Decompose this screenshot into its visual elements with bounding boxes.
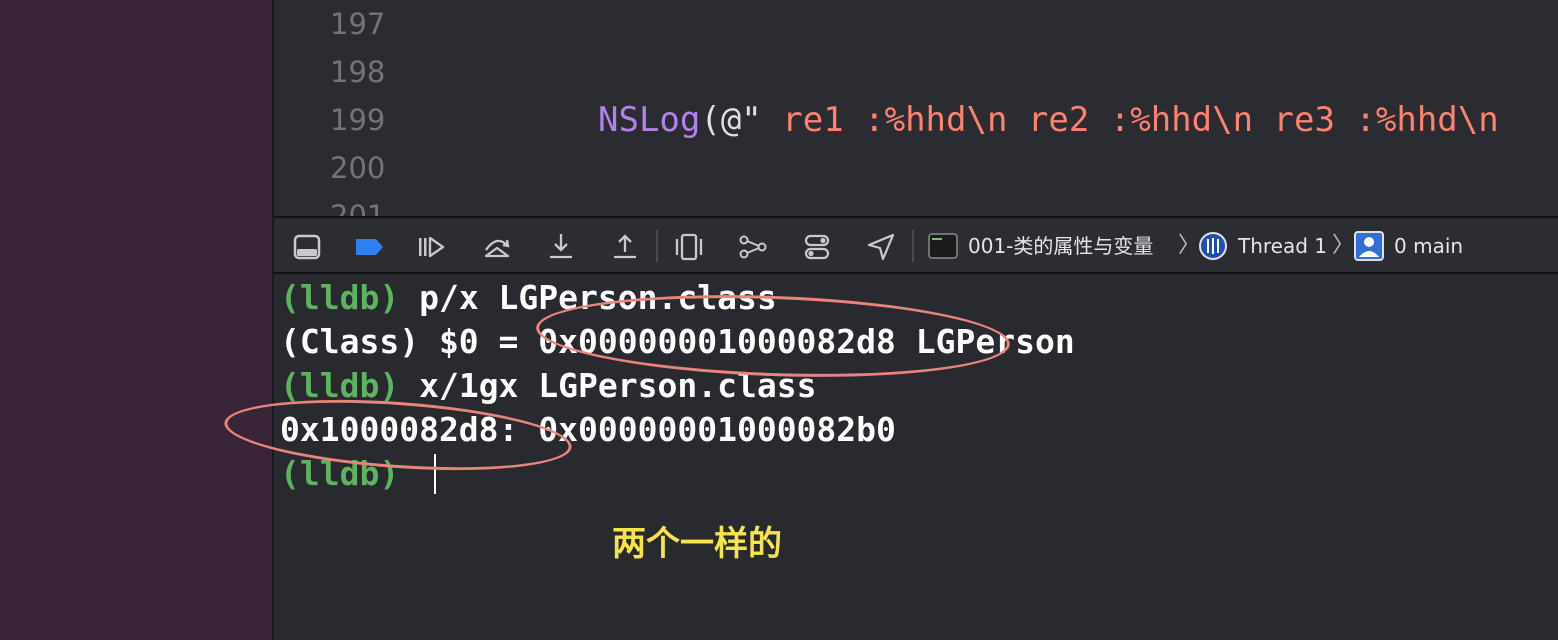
thread-icon (1198, 231, 1228, 261)
code-line: 197 (274, 0, 1558, 48)
step-over-icon[interactable] (480, 230, 514, 264)
debug-bar: 001-类的属性与变量 〉 Thread 1 〉 0 main (274, 216, 1558, 274)
line-number: 197 (330, 7, 386, 41)
chevron-right-icon: 〉 (1332, 233, 1355, 258)
navigator-sidebar (0, 0, 272, 640)
annotation-label: 两个一样的 (612, 524, 782, 564)
line-number: 201 (330, 199, 386, 216)
breadcrumb-target[interactable]: 001-类的属性与变量 (968, 218, 1153, 274)
view-hierarchy-icon[interactable] (672, 230, 706, 264)
toolbar-separator (912, 230, 914, 262)
code-line: 200 (274, 144, 1558, 192)
line-number: 198 (330, 55, 386, 89)
chevron-right-icon: 〉 (1178, 233, 1201, 258)
stack-frame-user-icon (1354, 231, 1384, 261)
simulate-location-icon[interactable] (864, 230, 898, 264)
step-out-icon[interactable] (608, 230, 642, 264)
step-into-icon[interactable] (544, 230, 578, 264)
hide-console-icon[interactable] (290, 230, 324, 264)
breadcrumb-thread[interactable]: Thread 1 (1238, 218, 1327, 274)
memory-graph-icon[interactable] (736, 230, 770, 264)
string-token: re1 :%hhd\n re2 :%hhd\n re3 :%hhd\n (761, 100, 1499, 140)
code-line: 201 (274, 192, 1558, 216)
breadcrumb-frame[interactable]: 0 main (1394, 218, 1463, 274)
toolbar-separator (656, 230, 658, 262)
line-number: 200 (330, 151, 386, 185)
breakpoints-toggle-icon[interactable] (352, 230, 386, 264)
line-number: 199 (330, 103, 386, 137)
lldb-prompt: (lldb) (280, 278, 400, 317)
environment-overrides-icon[interactable] (800, 230, 834, 264)
continue-icon[interactable] (414, 230, 448, 264)
code-line: 199 NSLog(@" re1 :%hhd\n re2 :%hhd\n re3… (274, 96, 1558, 144)
code-line: 198 (274, 48, 1558, 96)
function-token: NSLog (598, 100, 701, 140)
punctuation-token: (@" (700, 100, 762, 140)
code-editor[interactable]: 197 198 199 NSLog(@" re1 :%hhd\n re2 :%h… (274, 0, 1558, 216)
terminal-app-icon (928, 232, 958, 260)
code-text: NSLog(@" re1 :%hhd\n re2 :%hhd\n re3 :%h… (598, 96, 1499, 144)
